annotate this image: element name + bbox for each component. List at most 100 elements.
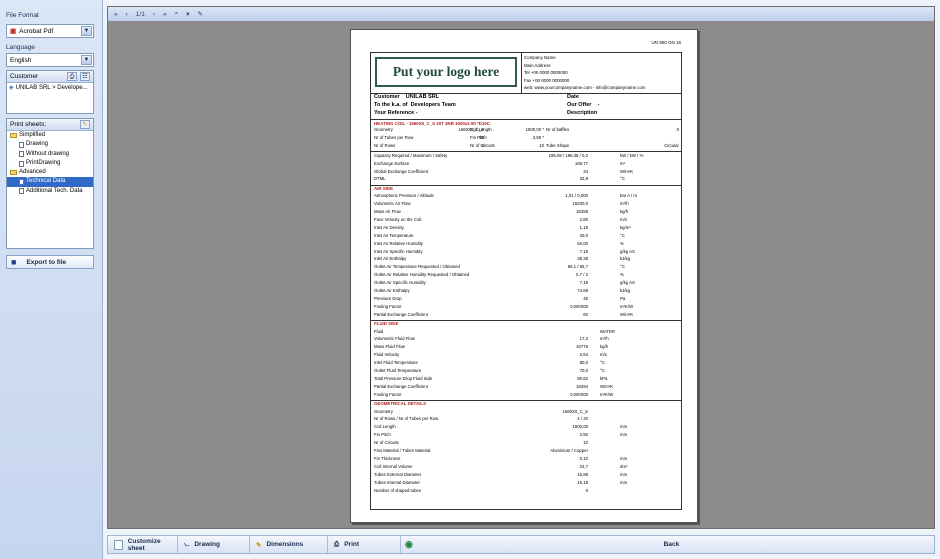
- print-sheets-tree: Simplified Drawing Without drawing PrintDra…: [7, 131, 93, 196]
- drawing-button[interactable]: ⦦ Drawing: [178, 536, 250, 553]
- language-select[interactable]: English ▼: [6, 53, 94, 67]
- last-page-icon[interactable]: »: [163, 11, 167, 18]
- customize-sheet-button[interactable]: Customize sheet: [108, 536, 178, 553]
- row-cell: Mass Air Flow: [374, 209, 401, 214]
- tree-item[interactable]: Without drawing: [7, 150, 93, 159]
- row-cell: Tube Shape: [546, 142, 570, 148]
- company-info: Company Name Main Address Tel +00 0000 000…: [521, 53, 683, 93]
- file-format-select[interactable]: ▣ Acrobat Pdf ▼: [6, 24, 94, 38]
- row-cell: kg/h: [600, 344, 609, 350]
- tree-item[interactable]: PrintDrawing: [7, 159, 93, 168]
- export-label: Export to file: [26, 258, 67, 266]
- row-cell: 0: [676, 127, 679, 132]
- prev-page-icon[interactable]: ‹: [126, 11, 128, 18]
- zoom-dropdown-icon[interactable]: ▾: [186, 10, 189, 18]
- application: File Format ▣ Acrobat Pdf ▼ Language Engli…: [0, 0, 940, 559]
- row-cell: 50,00: [577, 240, 588, 246]
- row-cell: Inlet Air Density: [374, 224, 404, 230]
- row-cell: Capacity Required / Maximum / Safety: [374, 152, 448, 158]
- row-cell: 16776: [576, 344, 588, 350]
- customer-item[interactable]: ◈ UNILAB SRL > Develope...: [9, 84, 91, 93]
- chevron-down-icon[interactable]: ▼: [81, 26, 92, 36]
- divider: [371, 184, 681, 186]
- row-cell: 70,0: [579, 368, 588, 373]
- report-row: Global Exchange Coefficient 34 W/m²K: [374, 168, 679, 178]
- export-to-file-button[interactable]: ■ Export to file: [6, 255, 94, 269]
- row-cell: Global Exchange Coefficient: [374, 168, 429, 174]
- bottom-bar: Customize sheet ⦦ Drawing ✎ Dimensions ⎙ Pr…: [107, 535, 935, 554]
- drawing-label: Drawing: [194, 541, 221, 548]
- row-cell: Fins Material / Tubes Material: [374, 448, 431, 453]
- offer-line: Our Offer -: [567, 102, 599, 109]
- row-cell: Total Pressure Drop Fluid Side: [374, 375, 433, 381]
- row-cell: W/m²K: [620, 168, 634, 174]
- row-cell: WATER: [600, 328, 616, 334]
- row-cell: 0,7 / 2: [576, 272, 588, 278]
- row-cell: m/s: [600, 352, 607, 358]
- row-cell: 80,0: [579, 360, 588, 366]
- print-sheets-panel: Print sheets: ✎ Simplified Drawing Without …: [6, 118, 94, 249]
- row-cell: kg/h: [620, 209, 629, 214]
- zoom-icon[interactable]: ⌕: [175, 10, 179, 18]
- row-cell: Pressure Drop: [374, 295, 402, 301]
- row-cell: DTML: [374, 176, 386, 182]
- row-cell: Inlet Air Specific Humidity: [374, 248, 423, 254]
- row-cell: Tubes Internal Diameter: [374, 479, 420, 485]
- tree-item[interactable]: Advanced: [7, 168, 93, 177]
- report-row: Fin Thickness 0,10 mm: [374, 456, 679, 465]
- report-row: Volumetric Fluid Flow 17,2 m³/h: [374, 337, 679, 345]
- customize-label: Customize sheet: [127, 537, 161, 552]
- row-cell: kPa: [600, 375, 608, 381]
- row-cell: Outlet Air Relative Humidity Requested /…: [374, 272, 470, 278]
- row-cell: g/kg AS: [620, 248, 635, 254]
- tree-item[interactable]: Drawing: [7, 140, 93, 149]
- row-cell: kg/m³: [620, 224, 631, 230]
- file-format-value: Acrobat Pdf: [19, 27, 54, 35]
- company-line: Tel +00 0000 0000000: [524, 70, 568, 76]
- row-cell: Mass Fluid Flow: [374, 344, 406, 350]
- tree-item[interactable]: Additional Tech. Data: [7, 187, 93, 196]
- first-page-icon[interactable]: «: [114, 11, 118, 18]
- print-button[interactable]: ⎙ Print: [328, 536, 401, 553]
- report-row: Geometry 1660X0_C_S Coil Length 1500,00 * Nr…: [374, 127, 679, 136]
- row-cell: Coil Internal Volume: [374, 463, 413, 469]
- next-page-icon[interactable]: ›: [153, 11, 155, 18]
- back-icon: ◉: [405, 539, 413, 549]
- reference-label: Your Reference -: [374, 110, 418, 116]
- dimensions-button[interactable]: ✎ Dimensions: [250, 536, 328, 553]
- setup-icon[interactable]: ✎: [198, 10, 203, 18]
- row-cell: °C: [600, 368, 605, 373]
- document-icon: [19, 188, 24, 195]
- row-cell: 1,19: [579, 224, 588, 230]
- row-cell: 2,80: [579, 216, 588, 222]
- language-label: Language: [6, 44, 35, 51]
- row-cell: Outlet Air Enthalpy: [374, 288, 410, 293]
- row-cell: Nr of Rows: [374, 142, 396, 148]
- chevron-down-icon[interactable]: ▼: [81, 55, 92, 65]
- contacts-icon[interactable]: ☷: [80, 72, 90, 81]
- row-cell: Face Velocity on the Coil: [374, 216, 422, 222]
- description-label: Description: [567, 110, 598, 116]
- row-cell: Geometry: [374, 127, 393, 132]
- row-cell: Inlet Air Relative Humidity: [374, 240, 423, 246]
- row-cell: 17,2: [579, 336, 588, 342]
- tree-item[interactable]: Technical Data: [7, 177, 93, 187]
- customer-line: Customer UNILAB SRL: [374, 94, 440, 101]
- tree-item[interactable]: Simplified: [7, 131, 93, 140]
- tree-item-label: Additional Tech. Data: [26, 187, 83, 194]
- back-button[interactable]: ◉ Back: [401, 536, 934, 553]
- row-cell: Coil Length: [374, 424, 396, 430]
- company-line: web: www.yourcompanyname.com - info@comp…: [524, 85, 646, 91]
- tree-item-label: Technical Data: [26, 178, 66, 185]
- row-cell: Fluid Velocity: [374, 352, 400, 358]
- row-cell: %: [620, 272, 624, 278]
- row-cell: 2,50: [579, 432, 588, 438]
- row-cell: 7,19: [579, 280, 588, 286]
- row-cell: Inlet Air Temperature: [374, 232, 414, 238]
- wand-icon[interactable]: ✎: [80, 120, 90, 129]
- report-row: Capacity Required / Maximum / Safety 195,…: [374, 152, 679, 162]
- customer-field-value: UNILAB SRL: [405, 94, 440, 100]
- customer-list: ◈ UNILAB SRL > Develope...: [7, 83, 93, 94]
- print-icon[interactable]: ⎙: [67, 72, 77, 81]
- row-cell: 90,62: [577, 375, 588, 381]
